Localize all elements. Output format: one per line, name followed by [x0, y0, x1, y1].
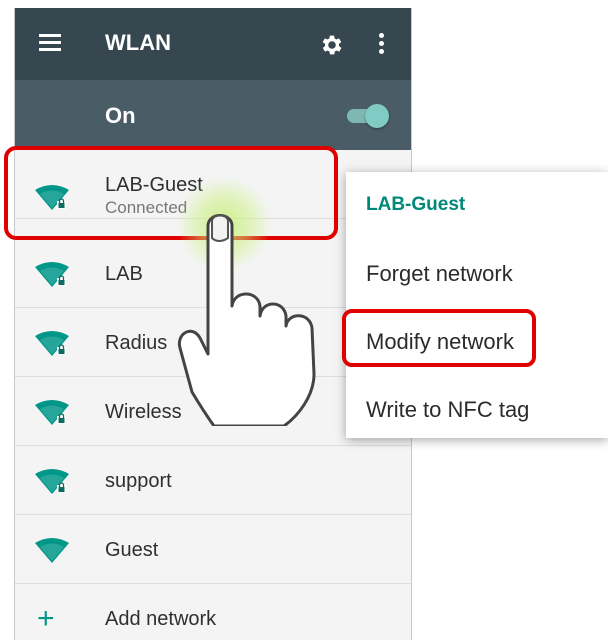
wifi-lock-icon — [35, 400, 69, 425]
network-row-support[interactable]: support — [15, 446, 411, 515]
wifi-toggle[interactable] — [347, 104, 389, 128]
menu-title: LAB-Guest — [366, 194, 466, 215]
hand-pointer-icon — [177, 214, 316, 426]
wifi-lock-icon — [35, 331, 69, 356]
network-name: Radius — [105, 332, 168, 354]
plus-icon: + — [37, 602, 55, 635]
network-name: Wireless — [105, 401, 182, 423]
page-title: WLAN — [105, 30, 171, 55]
menu-icon[interactable] — [39, 34, 61, 52]
write-nfc-tag-item[interactable]: Write to NFC tag — [366, 397, 529, 423]
gear-icon[interactable] — [319, 32, 345, 58]
forget-network-item[interactable]: Forget network — [366, 261, 513, 287]
toggle-thumb — [365, 104, 389, 128]
network-name: Guest — [105, 539, 159, 561]
overflow-menu-icon[interactable] — [379, 33, 385, 55]
wifi-icon — [35, 538, 69, 563]
wifi-switch-bar: On — [15, 80, 411, 150]
app-toolbar: WLAN — [15, 8, 411, 80]
add-network-label: Add network — [105, 608, 217, 630]
network-row-guest[interactable]: Guest — [15, 515, 411, 584]
network-context-menu: LAB-Guest Forget network Modify network … — [346, 172, 608, 438]
add-network-row[interactable]: + Add network — [15, 584, 411, 640]
modify-network-highlight — [342, 309, 536, 367]
wifi-lock-icon — [35, 469, 69, 494]
network-name: LAB — [105, 263, 143, 285]
wifi-lock-icon — [35, 262, 69, 287]
network-name: support — [105, 470, 172, 492]
wifi-switch-label: On — [105, 103, 136, 128]
